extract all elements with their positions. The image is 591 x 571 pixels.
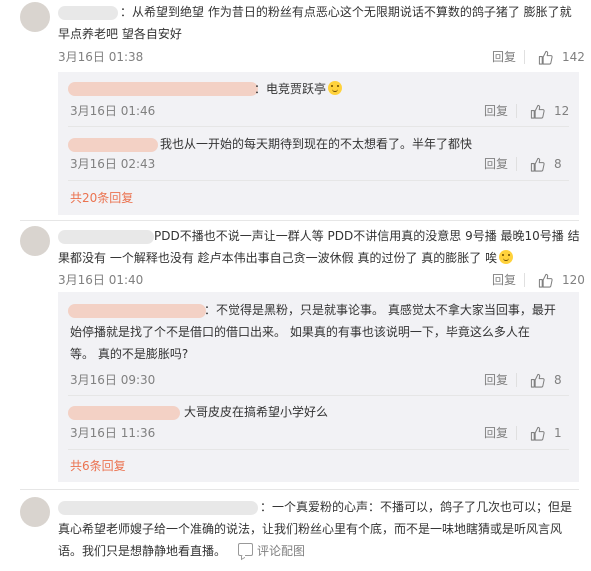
- like-count: 120: [562, 273, 585, 287]
- reply-time: 3月16日 01:46: [70, 104, 156, 118]
- reply-text: 等。 真的不是膨胀吗?: [70, 347, 189, 361]
- like-button[interactable]: 120: [538, 272, 585, 288]
- reply-button[interactable]: 回复: [484, 103, 508, 119]
- like-button[interactable]: 12: [530, 103, 569, 119]
- comment-image-link[interactable]: 评论配图: [238, 543, 305, 559]
- reply-list: ：电竞贾跃亭 3月16日 01:46 回复 12 我也从一开始的每天期待到现在的…: [58, 72, 579, 215]
- divider: [20, 489, 579, 490]
- avatar[interactable]: [20, 497, 50, 527]
- more-replies-link[interactable]: 共20条回复: [70, 190, 133, 206]
- like-button[interactable]: 1: [530, 425, 562, 441]
- reply-button[interactable]: 回复: [484, 156, 508, 172]
- divider: [516, 373, 517, 387]
- username[interactable]: [58, 6, 118, 20]
- reply-text: 大哥皮皮在搞希望小学好么: [184, 405, 329, 419]
- reply-username[interactable]: [68, 406, 180, 420]
- reply-text: 始停播就是找了个不是借口的借口出来。 如果真的有事也该说明一下，毕竟这么多人在: [70, 325, 530, 339]
- like-count: 8: [554, 373, 562, 387]
- divider: [68, 395, 569, 396]
- divider: [68, 180, 569, 181]
- comment-text: 语。我们只是想静静地看直播。: [58, 544, 227, 558]
- divider: [68, 449, 569, 450]
- reply-text: ：电竞贾跃亭: [254, 79, 343, 99]
- thumbs-up-icon: [538, 273, 553, 288]
- comment-icon: [238, 543, 253, 556]
- reply-list: ：不觉得是黑粉，只是就事论事。 真感觉太不拿大家当回事，最开 始停播就是找了个不…: [58, 292, 579, 482]
- thumbs-up-icon: [538, 50, 553, 65]
- comment-time: 3月16日 01:38: [58, 50, 144, 64]
- thumbs-up-icon: [530, 426, 545, 441]
- username[interactable]: [58, 230, 154, 244]
- divider: [516, 104, 517, 118]
- divider: [524, 50, 525, 64]
- smile-emoji-icon: [499, 250, 514, 264]
- divider: [516, 157, 517, 171]
- avatar[interactable]: [20, 2, 50, 32]
- like-button[interactable]: 8: [530, 372, 562, 388]
- avatar[interactable]: [20, 226, 50, 256]
- divider: [20, 220, 579, 221]
- divider: [68, 126, 569, 127]
- reply-text: ：不觉得是黑粉，只是就事论事。 真感觉太不拿大家当回事，最开: [204, 303, 556, 317]
- reply-time: 3月16日 02:43: [70, 157, 156, 171]
- more-replies-link[interactable]: 共6条回复: [70, 458, 126, 474]
- reply-button[interactable]: 回复: [492, 49, 516, 65]
- reply-button[interactable]: 回复: [484, 372, 508, 388]
- reply-time: 3月16日 11:36: [70, 426, 156, 440]
- like-button[interactable]: 8: [530, 156, 562, 172]
- thumbs-up-icon: [530, 157, 545, 172]
- divider: [524, 273, 525, 287]
- like-count: 142: [562, 50, 585, 64]
- comment-text: ：从希望到绝望 作为昔日的粉丝有点恶心这个无限期说话不算数的鸽子猪了 膨胀了就: [120, 5, 572, 19]
- like-count: 1: [554, 426, 562, 440]
- smile-emoji-icon: [328, 81, 343, 95]
- like-count: 8: [554, 157, 562, 171]
- comment-text: 果都没有 一个解释也没有 趁卢本伟出事自己贪一波休假 真的过份了 真的膨胀了 唉: [58, 248, 514, 268]
- comment-text: 真心希望老师嫂子给一个准确的说法，让我们粉丝心里有个底，而不是一味地瞎猜或是听风…: [58, 522, 563, 536]
- divider: [516, 426, 517, 440]
- reply-button[interactable]: 回复: [484, 425, 508, 441]
- comment-time: 3月16日 01:40: [58, 273, 144, 287]
- reply-username[interactable]: [68, 82, 258, 96]
- reply-username[interactable]: [68, 138, 158, 152]
- reply-button[interactable]: 回复: [492, 272, 516, 288]
- username[interactable]: [58, 501, 258, 515]
- reply-text: 我也从一开始的每天期待到现在的不太想看了。半年了都快: [160, 137, 473, 151]
- reply-username[interactable]: [68, 304, 206, 318]
- like-button[interactable]: 142: [538, 49, 585, 65]
- thumbs-up-icon: [530, 104, 545, 119]
- like-count: 12: [554, 104, 570, 118]
- comment-text: ：一个真爱粉的心声：不播可以，鸽子了几次也可以；但是: [260, 500, 573, 514]
- thumbs-up-icon: [530, 373, 545, 388]
- comment-text: 早点养老吧 望各自安好: [58, 27, 182, 41]
- reply-time: 3月16日 09:30: [70, 373, 156, 387]
- comment-text: PDD不播也不说一声让一群人等 PDD不讲信用真的没意思 9号播 最晚10号播 …: [154, 229, 580, 243]
